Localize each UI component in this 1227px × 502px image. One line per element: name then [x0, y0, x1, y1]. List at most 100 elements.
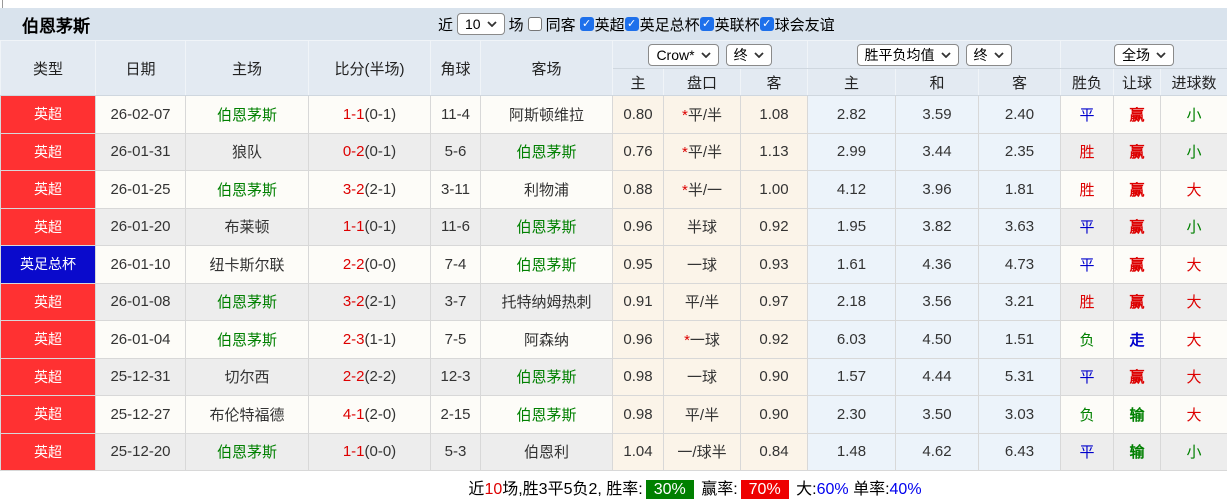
filter-label: 英联杯	[715, 14, 760, 35]
odds-away: 0.90	[741, 358, 808, 396]
filter-label: 英超	[595, 14, 625, 35]
handicap-line: 一球	[690, 332, 720, 349]
chevron-down-icon	[487, 21, 497, 27]
league-filter[interactable]: ✓英联杯	[700, 14, 760, 35]
avg-home: 2.82	[808, 96, 896, 134]
avg-away: 3.63	[979, 208, 1061, 246]
header-avg-draw: 和	[896, 69, 979, 96]
league-filters: ✓英超✓英足总杯✓英联杯✓球会友谊	[580, 14, 835, 35]
avg-time-select[interactable]: 终	[966, 44, 1012, 66]
filter-checkbox[interactable]: ✓	[760, 17, 774, 31]
halftime-score: (0-0)	[365, 443, 397, 460]
corners-score: 5-3	[431, 433, 481, 471]
result-handicap: 赢	[1114, 171, 1161, 209]
scope-select[interactable]: 全场	[1114, 44, 1174, 66]
result-wdl: 胜	[1061, 133, 1114, 171]
filter-checkbox[interactable]: ✓	[580, 17, 594, 31]
header-avg-away: 客	[979, 69, 1061, 96]
header-away: 客场	[481, 41, 613, 96]
avg-home: 2.99	[808, 133, 896, 171]
odds-home: 0.95	[613, 246, 664, 284]
avg-draw: 3.44	[896, 133, 979, 171]
scope-header-group: 全场	[1061, 41, 1227, 69]
header-corner: 角球	[431, 41, 481, 96]
fulltime-score: 1-1	[343, 106, 365, 123]
summary-segment: 场,胜3平5负2, 胜率:	[502, 481, 642, 498]
result-wdl: 平	[1061, 96, 1114, 134]
avg-home: 4.12	[808, 171, 896, 209]
result-handicap: 走	[1114, 321, 1161, 359]
match-date: 26-01-08	[96, 283, 186, 321]
header-avg-home: 主	[808, 69, 896, 96]
avg-type-select[interactable]: 胜平负均值	[857, 44, 959, 66]
handicap-cell: 平/半	[664, 396, 741, 434]
home-team: 布莱顿	[186, 208, 309, 246]
summary-text: 近10场,胜3平5负2, 胜率:30% 赢率:70% 大:60% 单率:40%	[468, 475, 921, 499]
league-badge: 英超	[1, 171, 96, 209]
avg-home: 2.18	[808, 283, 896, 321]
avg-away: 2.35	[979, 133, 1061, 171]
handicap-cell: *半/一	[664, 171, 741, 209]
handicap-line: 平/半	[685, 294, 719, 311]
odds-home: 1.04	[613, 433, 664, 471]
odds-away: 1.08	[741, 96, 808, 134]
halftime-score: (2-0)	[365, 406, 397, 423]
table-row: 英足总杯 26-01-10 纽卡斯尔联 2-2(0-0) 7-4 伯恩茅斯 0.…	[1, 246, 1227, 284]
match-date: 26-01-04	[96, 321, 186, 359]
match-date: 25-12-27	[96, 396, 186, 434]
matches-count-value: 10	[465, 16, 481, 32]
chevron-down-icon	[1156, 52, 1166, 58]
handicap-line: 一/球半	[677, 444, 726, 461]
match-date: 26-01-25	[96, 171, 186, 209]
odds-time-select[interactable]: 终	[726, 44, 772, 66]
summary-segment: 40%	[890, 481, 922, 498]
league-filter[interactable]: ✓英超	[580, 14, 625, 35]
header-result-wdl: 胜负	[1061, 69, 1114, 96]
corners-score: 11-4	[431, 96, 481, 134]
summary-segment: 60%	[817, 481, 849, 498]
match-date: 26-01-10	[96, 246, 186, 284]
avg-home: 6.03	[808, 321, 896, 359]
avg-draw: 3.96	[896, 171, 979, 209]
away-team: 伯恩茅斯	[481, 358, 613, 396]
summary-segment: 大:	[792, 481, 817, 498]
league-filter[interactable]: ✓英足总杯	[625, 14, 700, 35]
avg-home: 1.61	[808, 246, 896, 284]
league-filter[interactable]: ✓球会友谊	[760, 14, 835, 35]
away-team: 阿斯顿维拉	[481, 96, 613, 134]
header-date: 日期	[96, 41, 186, 96]
table-row: 英超 25-12-27 布伦特福德 4-1(2-0) 2-15 伯恩茅斯 0.9…	[1, 396, 1227, 434]
halftime-score: (0-1)	[365, 218, 397, 235]
header-odds-handicap: 盘口	[664, 69, 741, 96]
fulltime-score: 2-2	[343, 256, 365, 273]
score-cell: 2-2(2-2)	[309, 358, 431, 396]
away-team: 托特纳姆热刺	[481, 283, 613, 321]
away-team: 阿森纳	[481, 321, 613, 359]
avg-draw: 4.36	[896, 246, 979, 284]
halftime-score: (0-1)	[365, 143, 397, 160]
filter-checkbox[interactable]: ✓	[700, 17, 714, 31]
table-row: 英超 26-01-25 伯恩茅斯 3-2(2-1) 3-11 利物浦 0.88 …	[1, 171, 1227, 209]
handicap-cell: 平/半	[664, 283, 741, 321]
result-wdl: 胜	[1061, 283, 1114, 321]
summary-segment: 70%	[741, 480, 789, 499]
league-badge: 英足总杯	[1, 246, 96, 284]
handicap-cell: *一球	[664, 321, 741, 359]
avg-draw: 4.50	[896, 321, 979, 359]
avg-draw: 3.82	[896, 208, 979, 246]
handicap-line: 平/半	[688, 144, 722, 161]
score-cell: 2-2(0-0)	[309, 246, 431, 284]
corners-score: 5-6	[431, 133, 481, 171]
table-row: 英超 26-01-20 布莱顿 1-1(0-1) 11-6 伯恩茅斯 0.96 …	[1, 208, 1227, 246]
avg-draw: 3.50	[896, 396, 979, 434]
odds-away: 1.13	[741, 133, 808, 171]
filter-checkbox[interactable]: ✓	[625, 17, 639, 31]
handicap-line: 一球	[687, 257, 717, 274]
odds-company-select[interactable]: Crow*	[648, 44, 718, 66]
result-wdl: 平	[1061, 358, 1114, 396]
avg-type-value: 胜平负均值	[865, 45, 935, 65]
odds-home: 0.76	[613, 133, 664, 171]
matches-count-select[interactable]: 10	[457, 13, 505, 35]
result-goals: 小	[1161, 133, 1227, 171]
same-opponent-checkbox[interactable]	[528, 17, 542, 31]
